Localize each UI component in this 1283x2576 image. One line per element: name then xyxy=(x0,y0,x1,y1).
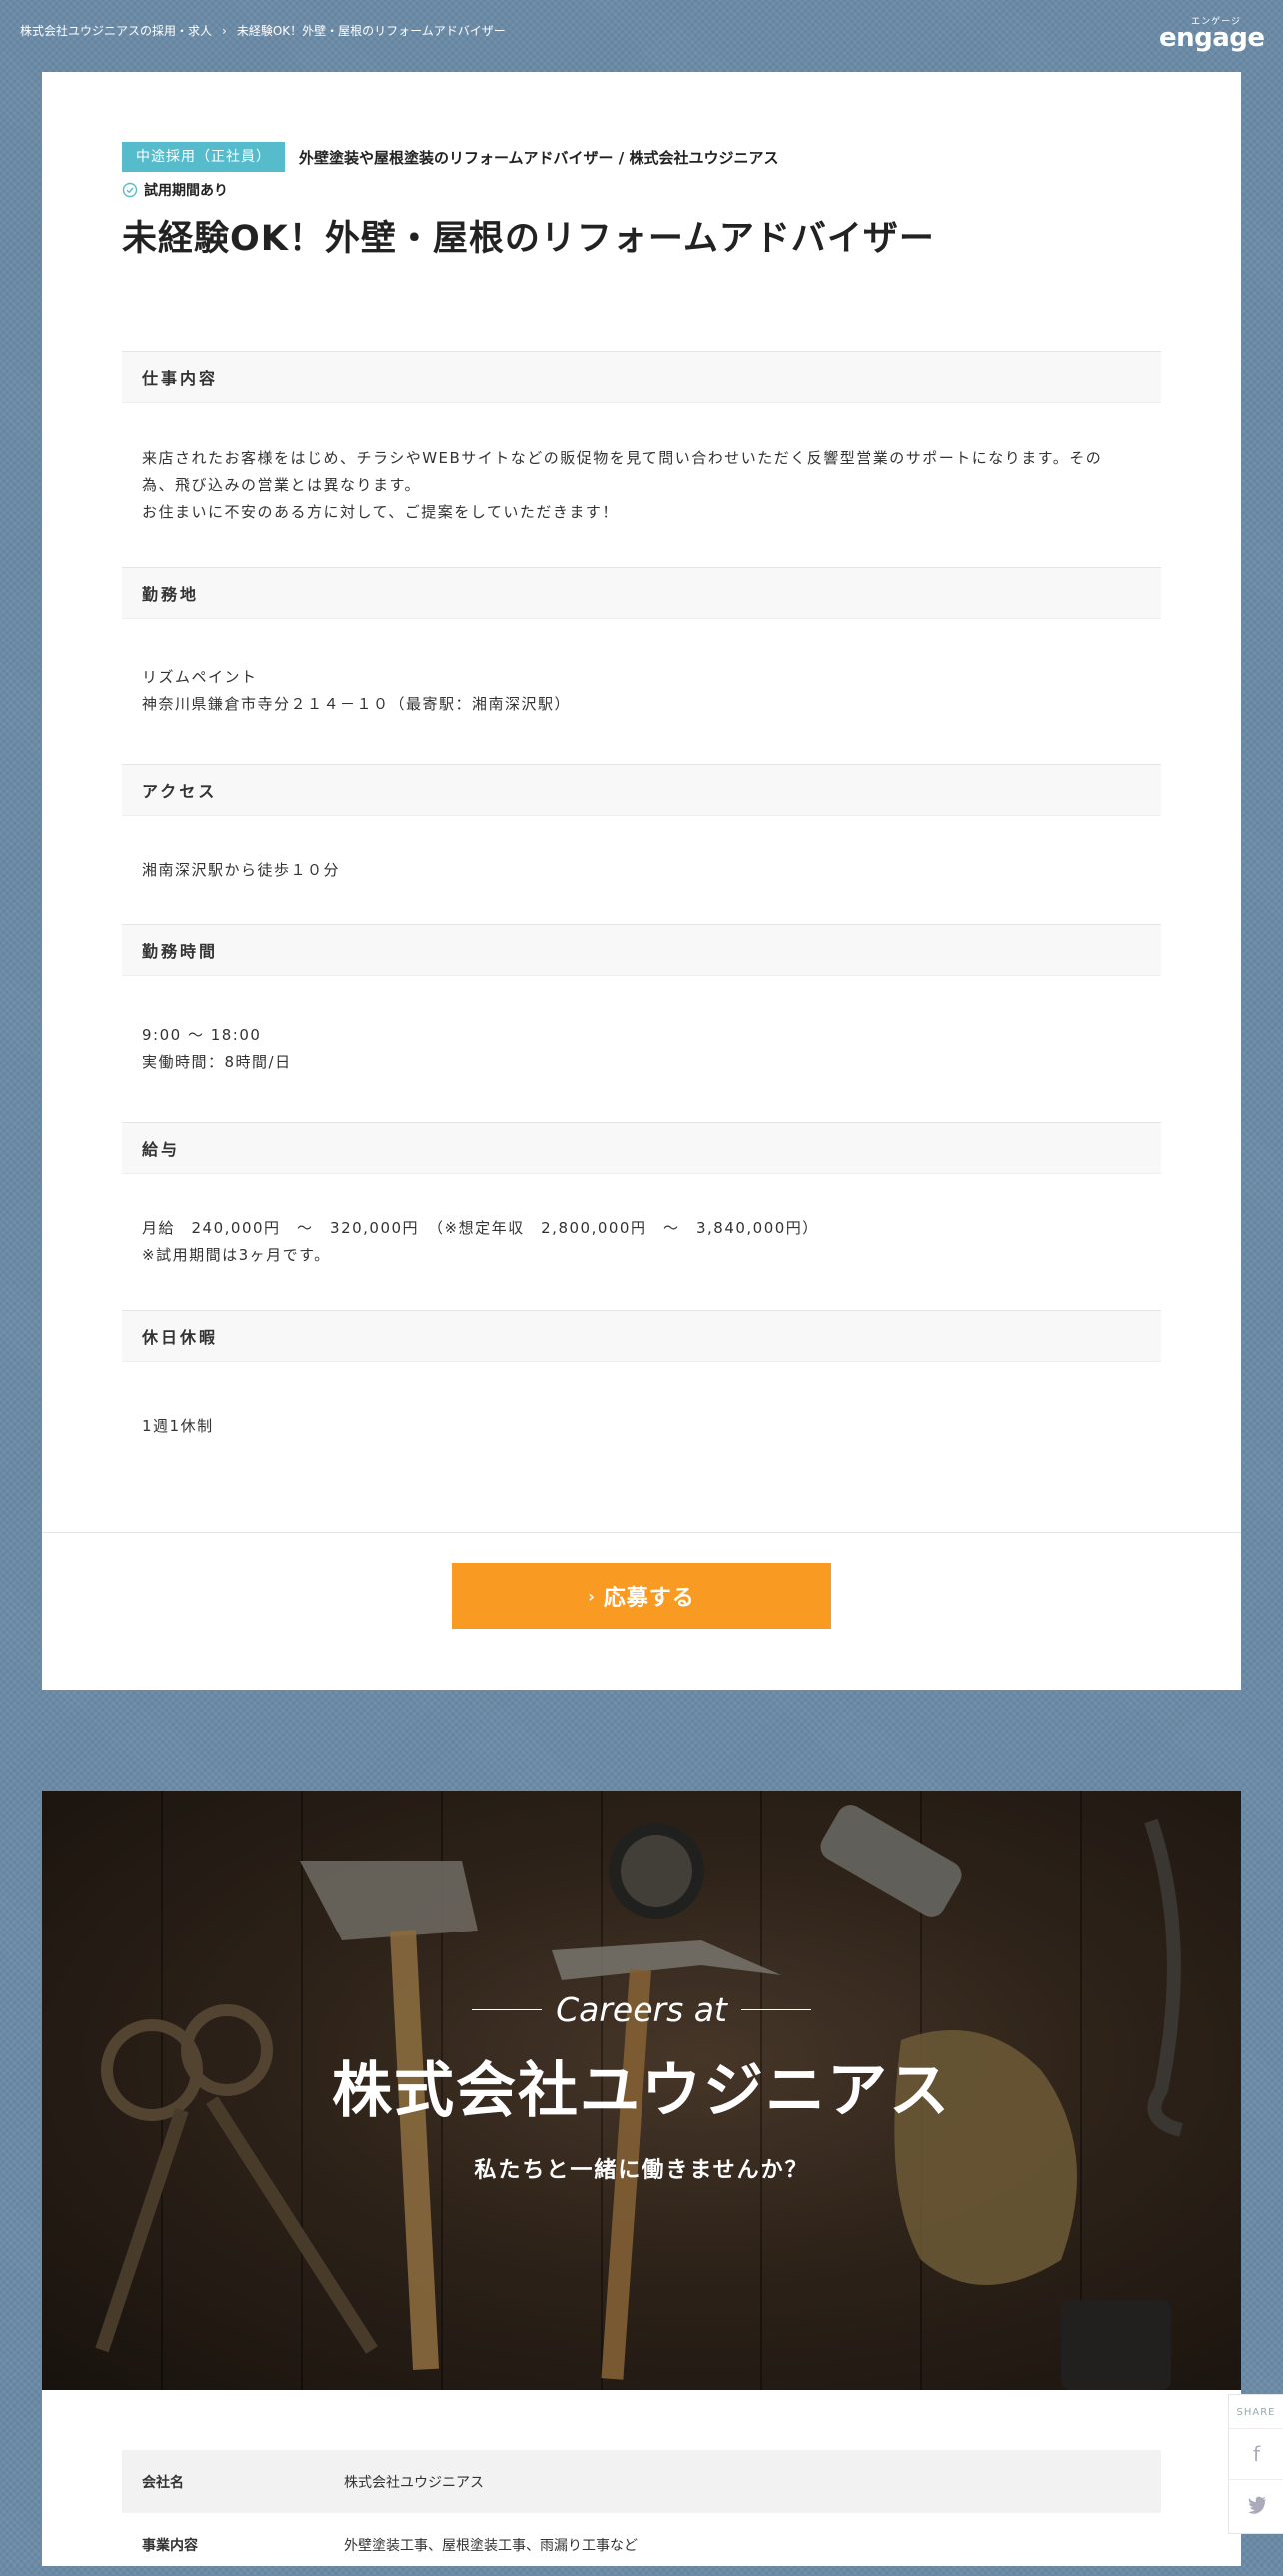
facebook-icon: f xyxy=(1252,2442,1261,2466)
share-panel: SHARE f xyxy=(1228,2394,1283,2534)
trial-period-text: 試用期間あり xyxy=(144,183,228,199)
company-info-table: 会社名 株式会社ユウジニアス 事業内容 外壁塗装工事、屋根塗装工事、雨漏り工事な… xyxy=(122,2450,1161,2576)
careers-line-right xyxy=(740,2009,811,2010)
section-body-salary: 月給 240,000円 ～ 320,000円 （※想定年収 2,800,000円… xyxy=(122,1174,1161,1310)
section-heading-location: 勤務地 xyxy=(122,567,1161,619)
job-description-line: お住まいに不安のある方に対して、ご提案をしていただきます！ xyxy=(142,502,619,521)
table-row: 事業内容 外壁塗装工事、屋根塗装工事、雨漏り工事など xyxy=(122,2513,1161,2576)
twitter-icon xyxy=(1247,2496,1266,2514)
job-details: 仕事内容 来店されたお客様をはじめ、チラシやWEBサイトなどの販促物を見て問い合… xyxy=(122,351,1161,1490)
apply-button-label: 応募する xyxy=(603,1586,695,1611)
location-line: 神奈川県鎌倉市寺分２１４－１０（最寄駅：湘南深沢駅） xyxy=(142,695,572,713)
info-key: 事業内容 xyxy=(142,2537,198,2554)
working-hours-line: 9:00 ～ 18:00 xyxy=(142,1026,262,1044)
job-header: 中途採用（正社員） 外壁塗装や屋根塗装のリフォームアドバイザー / 株式会社ユウ… xyxy=(122,142,1161,264)
location-line: リズムペイント xyxy=(142,668,258,686)
section-body-working-hours: 9:00 ～ 18:00 実働時間：8時間/日 xyxy=(122,976,1161,1122)
section-heading-holidays: 休日休暇 xyxy=(122,1310,1161,1362)
info-value: 株式会社ユウジニアス xyxy=(343,2450,1161,2513)
holidays-line: 1週1休制 xyxy=(142,1416,214,1435)
job-tag-row: 中途採用（正社員） 外壁塗装や屋根塗装のリフォームアドバイザー / 株式会社ユウ… xyxy=(122,142,1161,172)
careers-line-left xyxy=(472,2009,543,2010)
share-label: SHARE xyxy=(1236,2407,1276,2418)
breadcrumb: 株式会社ユウジニアスの採用・求人 › 未経験OK！外壁・屋根のリフォームアドバイ… xyxy=(20,22,506,39)
section-body-job-description: 来店されたお客様をはじめ、チラシやWEBサイトなどの販促物を見て問い合わせいただ… xyxy=(122,403,1161,567)
table-row: 会社名 株式会社ユウジニアス xyxy=(122,2450,1161,2513)
careers-at-label: Careers at xyxy=(42,1990,1241,2029)
breadcrumb-current: 未経験OK！外壁・屋根のリフォームアドバイザー xyxy=(236,24,506,38)
info-value: 外壁塗装工事、屋根塗装工事、雨漏り工事など xyxy=(344,2537,638,2554)
company-info-card: 会社名 株式会社ユウジニアス 事業内容 外壁塗装工事、屋根塗装工事、雨漏り工事な… xyxy=(42,2390,1241,2566)
chevron-right-icon: › xyxy=(588,1586,596,1606)
info-key: 会社名 xyxy=(122,2450,343,2513)
salary-line: 月給 240,000円 ～ 320,000円 （※想定年収 2,800,000円… xyxy=(142,1219,819,1237)
section-heading-working-hours: 勤務時間 xyxy=(122,924,1161,976)
twitter-share-button[interactable] xyxy=(1229,2479,1283,2530)
breadcrumb-company-link[interactable]: 株式会社ユウジニアスの採用・求人 xyxy=(20,22,212,39)
trial-period-label: 試用期間あり xyxy=(122,180,1161,200)
section-heading-job-description: 仕事内容 xyxy=(122,351,1161,403)
logo-word: engage xyxy=(1159,23,1265,53)
company-hero: Careers at 株式会社ユウジニアス 私たちと一緒に働きませんか？ xyxy=(42,1791,1241,2390)
working-hours-line: 実働時間：8時間/日 xyxy=(142,1053,292,1071)
section-body-holidays: 1週1休制 xyxy=(122,1362,1161,1490)
job-company-line: 外壁塗装や屋根塗装のリフォームアドバイザー / 株式会社ユウジニアス xyxy=(299,148,779,167)
section-body-location: リズムペイント 神奈川県鎌倉市寺分２１４－１０（最寄駅：湘南深沢駅） xyxy=(122,619,1161,764)
job-description-line: 来店されたお客様をはじめ、チラシやWEBサイトなどの販促物を見て問い合わせいただ… xyxy=(142,448,1103,467)
job-card: 中途採用（正社員） 外壁塗装や屋根塗装のリフォームアドバイザー / 株式会社ユウ… xyxy=(42,72,1241,1690)
check-circle-icon xyxy=(122,182,138,198)
job-title: 未経験OK！外壁・屋根のリフォームアドバイザー xyxy=(122,219,935,259)
apply-divider xyxy=(42,1532,1241,1533)
salary-line: ※試用期間は3ヶ月です。 xyxy=(142,1246,331,1264)
access-line: 湘南深沢駅から徒歩１０分 xyxy=(142,860,341,879)
hero-subtitle: 私たちと一緒に働きませんか？ xyxy=(474,2158,809,2183)
employment-type-badge: 中途採用（正社員） xyxy=(122,142,285,172)
top-bar: 株式会社ユウジニアスの採用・求人 › 未経験OK！外壁・屋根のリフォームアドバイ… xyxy=(0,0,1283,58)
careers-at-text: Careers at xyxy=(556,1990,727,2029)
section-heading-salary: 給与 xyxy=(122,1122,1161,1174)
section-body-access: 湘南深沢駅から徒歩１０分 xyxy=(122,816,1161,924)
breadcrumb-separator-icon: › xyxy=(222,23,227,38)
engage-logo[interactable]: エンゲージ engage xyxy=(1159,14,1265,54)
facebook-share-button[interactable]: f xyxy=(1229,2428,1283,2479)
apply-button[interactable]: › 応募する xyxy=(452,1563,831,1629)
job-description-line: 為、飛び込みの営業とは異なります。 xyxy=(142,475,422,494)
hero-company-name: 株式会社ユウジニアス xyxy=(332,2056,951,2126)
section-heading-access: アクセス xyxy=(122,764,1161,816)
